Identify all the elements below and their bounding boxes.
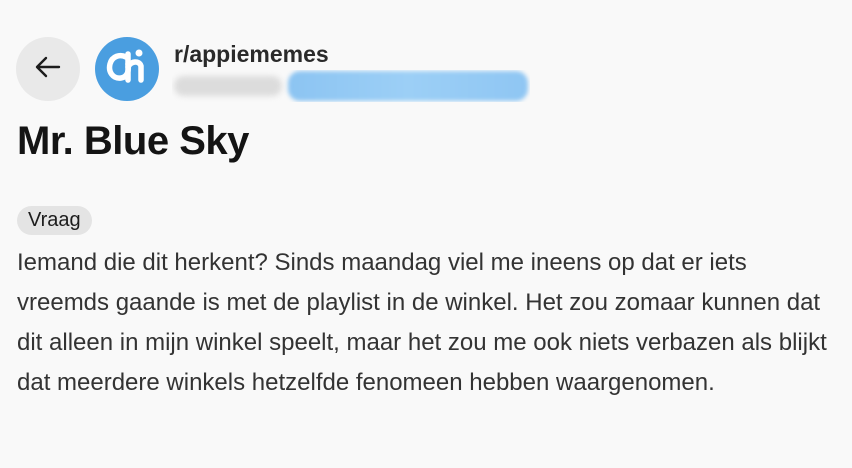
post-flair-badge[interactable]: Vraag bbox=[17, 206, 92, 235]
subreddit-name[interactable]: r/appiememes bbox=[174, 40, 329, 68]
post-body-text: Iemand die dit herkent? Sinds maandag vi… bbox=[17, 249, 827, 396]
post-title: Mr. Blue Sky bbox=[17, 119, 249, 163]
redacted-username bbox=[174, 76, 282, 96]
back-button[interactable] bbox=[16, 37, 80, 101]
redacted-post-meta bbox=[172, 70, 530, 102]
albert-heijn-logo-icon bbox=[95, 37, 159, 101]
redacted-author-info bbox=[288, 71, 528, 101]
arrow-left-icon bbox=[33, 52, 63, 87]
subreddit-avatar[interactable] bbox=[95, 37, 159, 101]
